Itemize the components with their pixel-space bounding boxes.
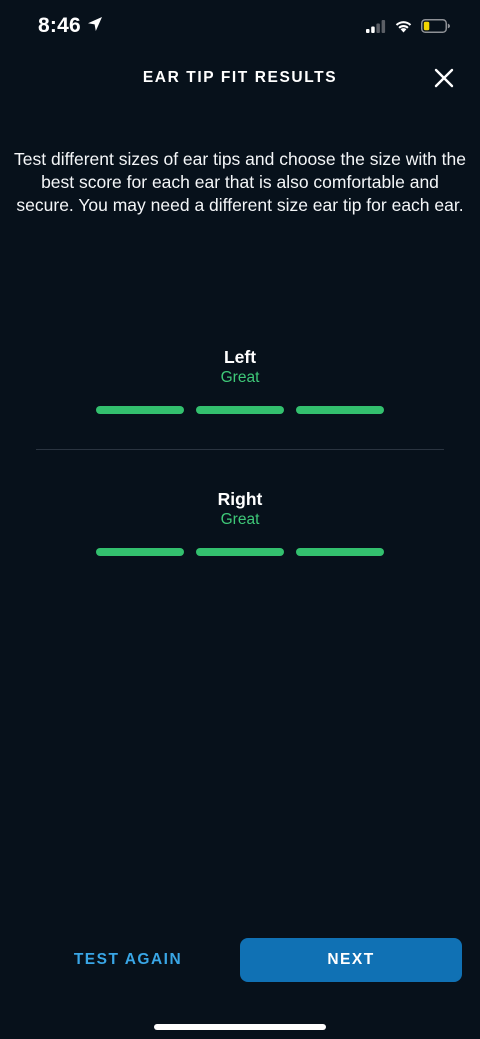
status-icons [366,19,450,38]
cellular-signal-icon [366,19,386,38]
page-title: EAR TIP FIT RESULTS [142,69,338,86]
left-fit-meter [0,406,480,414]
right-ear-label: Right [217,489,263,509]
right-ear-result: Right Great [0,488,480,556]
right-fit-bar-1 [96,548,184,556]
battery-low-icon [421,19,450,38]
instructions-text: Test different sizes of ear tips and cho… [14,149,467,215]
left-ear-label: Left [223,347,257,367]
right-ear-rating: Great [220,511,260,528]
status-bar: 8:46 [0,0,480,56]
left-ear-rating: Great [220,369,260,386]
test-again-button[interactable]: TEST AGAIN [40,938,216,982]
status-time: 8:46 [38,14,81,37]
close-button[interactable] [430,64,458,92]
next-button[interactable]: NEXT [240,938,462,982]
header-bar: EAR TIP FIT RESULTS [0,56,480,100]
right-fit-bar-3 [296,548,384,556]
right-fit-meter [0,548,480,556]
ear-tip-fit-results-screen: 8:46 EAR TIP FIT RESULTS Test different … [0,0,480,1039]
right-fit-bar-2 [196,548,284,556]
left-fit-bar-1 [96,406,184,414]
left-ear-result: Left Great [0,346,480,414]
section-divider [36,449,444,450]
close-icon [434,68,454,88]
left-fit-bar-2 [196,406,284,414]
location-arrow-icon [87,16,103,37]
wifi-icon [394,19,413,38]
home-indicator[interactable] [154,1024,326,1030]
left-fit-bar-3 [296,406,384,414]
status-time-group: 8:46 [38,14,103,38]
